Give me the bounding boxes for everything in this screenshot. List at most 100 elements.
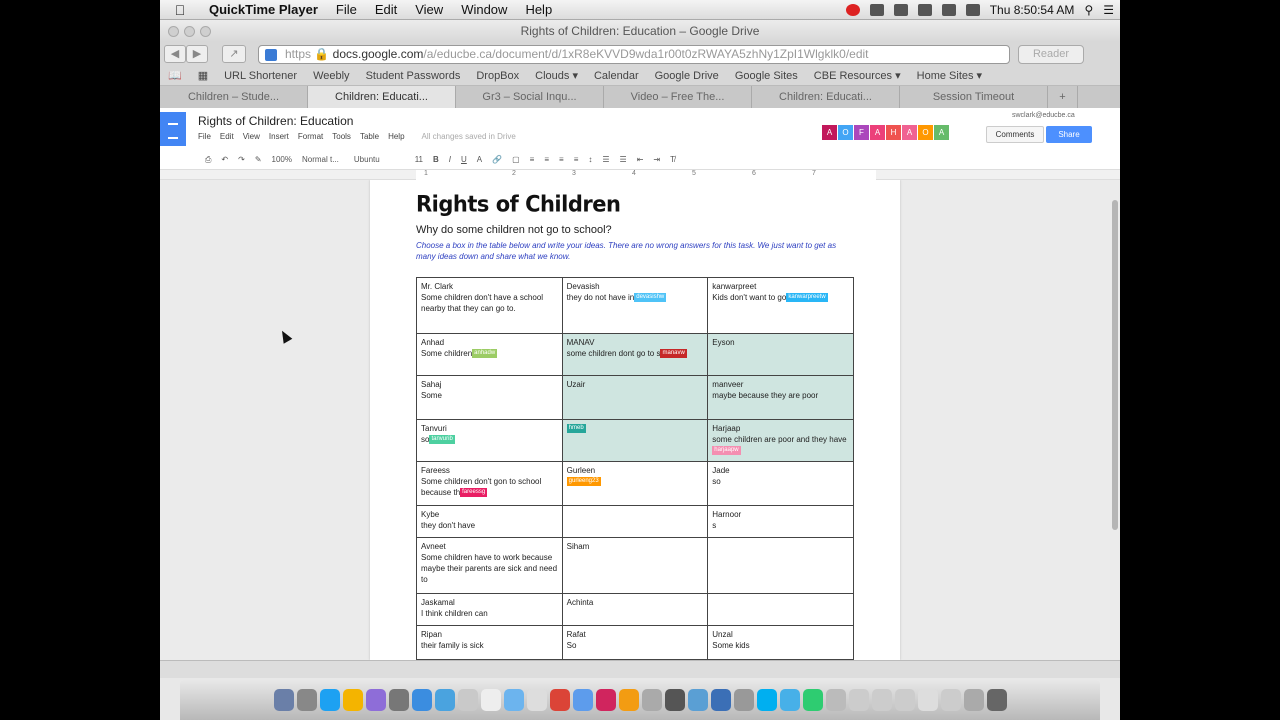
dock-app-icon[interactable] bbox=[480, 689, 501, 711]
clock[interactable]: Thu 8:50:54 AM bbox=[990, 3, 1075, 17]
bold-icon[interactable]: B bbox=[428, 155, 444, 164]
menu-help[interactable]: Help bbox=[516, 2, 561, 17]
table-cell[interactable]: Tanvuri so tanvurib bbox=[416, 419, 563, 462]
collaborator-avatar[interactable]: O bbox=[918, 125, 933, 140]
dock-app-icon[interactable] bbox=[319, 689, 340, 711]
table-cell[interactable]: kanwarpreet Kids don't want to go kanwarpr… bbox=[707, 277, 854, 334]
bulleted-list-icon[interactable]: ☰ bbox=[615, 155, 632, 164]
dock-app-icon[interactable] bbox=[296, 689, 317, 711]
justify-icon[interactable]: ≡ bbox=[569, 155, 584, 164]
tab-2-active[interactable]: Children: Educati... bbox=[308, 86, 456, 108]
docs-menu-insert[interactable]: Insert bbox=[269, 132, 289, 141]
docs-menu-format[interactable]: Format bbox=[298, 132, 323, 141]
forward-button[interactable]: ▶ bbox=[186, 45, 208, 63]
collaborator-avatar[interactable]: H bbox=[886, 125, 901, 140]
dock-app-icon[interactable] bbox=[940, 689, 961, 711]
clear-formatting-icon[interactable]: T̸ bbox=[665, 155, 680, 164]
table-cell[interactable]: Siham bbox=[561, 537, 709, 594]
docs-menu-edit[interactable]: Edit bbox=[220, 132, 234, 141]
menu-window[interactable]: Window bbox=[452, 2, 516, 17]
collaborator-avatar[interactable]: A bbox=[822, 125, 837, 140]
docs-menu-tools[interactable]: Tools bbox=[332, 132, 351, 141]
recording-icon[interactable] bbox=[845, 4, 860, 16]
dock-app-icon[interactable] bbox=[664, 689, 685, 711]
bookmark-url-shortener[interactable]: URL Shortener bbox=[216, 70, 305, 82]
share-page-icon[interactable]: ↗ bbox=[222, 45, 246, 63]
ideas-table[interactable]: Mr. Clark Some children don't have a scho… bbox=[416, 277, 854, 660]
docs-menu-table[interactable]: Table bbox=[360, 132, 379, 141]
reader-button[interactable]: Reader bbox=[1018, 45, 1084, 64]
table-cell[interactable]: Jaskamal I think children can bbox=[416, 593, 563, 626]
dock-app-icon[interactable] bbox=[733, 689, 754, 711]
document-question[interactable]: Why do some children not go to school? bbox=[416, 224, 612, 236]
menu-view[interactable]: View bbox=[406, 2, 452, 17]
notification-center-icon[interactable]: ☰ bbox=[1103, 3, 1114, 17]
docs-menu-view[interactable]: View bbox=[243, 132, 260, 141]
table-cell[interactable] bbox=[707, 593, 854, 626]
document-canvas[interactable]: Rights of Children Why do some children … bbox=[160, 180, 1120, 660]
bookmark-google-drive[interactable]: Google Drive bbox=[647, 70, 727, 82]
doc-title[interactable]: Rights of Children: Education bbox=[198, 114, 353, 128]
url-field[interactable]: https 🔒 docs.google.com/a/educbe.ca/docu… bbox=[258, 45, 1010, 64]
bookmark-calendar[interactable]: Calendar bbox=[586, 70, 647, 82]
font-select[interactable]: Ubuntu bbox=[344, 155, 385, 164]
table-cell[interactable]: Jade so bbox=[707, 461, 854, 506]
dock-app-icon[interactable] bbox=[503, 689, 524, 711]
collaborator-avatar[interactable]: A bbox=[902, 125, 917, 140]
table-cell[interactable]: Unzal Some kids bbox=[707, 625, 854, 660]
table-cell[interactable]: Devasish they do not have in devasishw bbox=[561, 277, 709, 334]
dock-app-icon[interactable] bbox=[388, 689, 409, 711]
dock-app-icon[interactable] bbox=[457, 689, 478, 711]
table-cell[interactable]: Kybe they don't have bbox=[416, 505, 563, 538]
volume-icon[interactable] bbox=[965, 4, 980, 16]
dock-app-icon[interactable] bbox=[986, 689, 1007, 711]
back-button[interactable]: ◀ bbox=[164, 45, 186, 63]
underline-icon[interactable]: U bbox=[456, 155, 472, 164]
align-left-icon[interactable]: ≡ bbox=[525, 155, 540, 164]
increase-indent-icon[interactable]: ⇥ bbox=[648, 155, 665, 164]
app-menu[interactable]: QuickTime Player bbox=[200, 2, 327, 17]
document-instructions[interactable]: Choose a box in the table below and writ… bbox=[416, 240, 846, 262]
tab-5[interactable]: Children: Educati... bbox=[752, 86, 900, 108]
apple-menu-icon[interactable]:  bbox=[160, 2, 200, 18]
style-select[interactable]: Normal t... bbox=[297, 155, 344, 164]
spotlight-icon[interactable]: ⚲ bbox=[1084, 3, 1093, 17]
table-cell[interactable] bbox=[561, 505, 709, 538]
dock-app-icon[interactable] bbox=[411, 689, 432, 711]
collaborator-avatar[interactable]: A bbox=[934, 125, 949, 140]
collaborator-avatar[interactable]: O bbox=[838, 125, 853, 140]
dock-app-icon[interactable] bbox=[595, 689, 616, 711]
table-cell[interactable]: Eyson bbox=[707, 333, 854, 376]
wifi-icon[interactable] bbox=[941, 4, 956, 16]
top-sites-icon[interactable]: ▦ bbox=[190, 69, 216, 82]
bookmark-google-sites[interactable]: Google Sites bbox=[727, 70, 806, 82]
table-cell[interactable]: Gurleen gurleeng23 bbox=[561, 461, 709, 506]
tab-4[interactable]: Video – Free The... bbox=[604, 86, 752, 108]
bookmark-dropbox[interactable]: DropBox bbox=[468, 70, 527, 82]
bookmark-clouds[interactable]: Clouds ▾ bbox=[527, 69, 586, 82]
font-size-select[interactable]: 11 bbox=[385, 155, 428, 164]
italic-icon[interactable]: I bbox=[444, 155, 456, 164]
decrease-indent-icon[interactable]: ⇤ bbox=[632, 155, 649, 164]
zoom-window-icon[interactable] bbox=[200, 26, 211, 37]
table-cell[interactable]: Anhad Some children anhadw bbox=[416, 333, 563, 376]
dock-app-icon[interactable] bbox=[917, 689, 938, 711]
new-tab-icon[interactable]: + bbox=[1048, 86, 1078, 108]
dock-app-icon[interactable] bbox=[687, 689, 708, 711]
print-icon[interactable]: ⎙ bbox=[200, 155, 216, 165]
time-machine-icon[interactable] bbox=[869, 4, 884, 16]
table-cell[interactable]: hmeb bbox=[561, 419, 709, 462]
numbered-list-icon[interactable]: ☰ bbox=[597, 155, 614, 164]
bookmark-student-passwords[interactable]: Student Passwords bbox=[358, 70, 469, 82]
menu-edit[interactable]: Edit bbox=[366, 2, 406, 17]
dock-app-icon[interactable] bbox=[549, 689, 570, 711]
tab-6[interactable]: Session Timeout bbox=[900, 86, 1048, 108]
bookmark-weebly[interactable]: Weebly bbox=[305, 70, 357, 82]
dock-app-icon[interactable] bbox=[572, 689, 593, 711]
minimize-window-icon[interactable] bbox=[184, 26, 195, 37]
align-right-icon[interactable]: ≡ bbox=[554, 155, 569, 164]
reading-list-icon[interactable]: 📖 bbox=[160, 69, 190, 82]
dock-app-icon[interactable] bbox=[756, 689, 777, 711]
dock-app-icon[interactable] bbox=[825, 689, 846, 711]
tab-1[interactable]: Children – Stude... bbox=[160, 86, 308, 108]
